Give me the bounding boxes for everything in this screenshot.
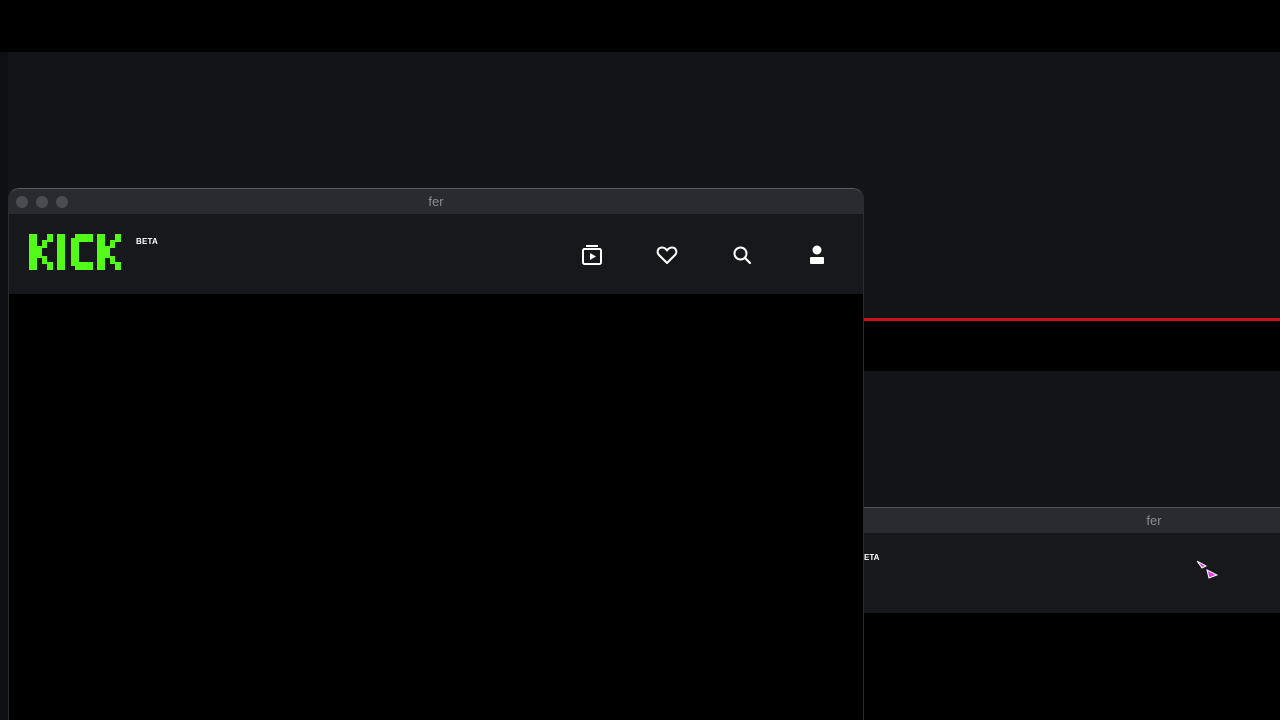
- background-window-beta-fragment: ETA: [864, 553, 880, 562]
- background-window-body: [864, 613, 1280, 720]
- app-header: BETA: [9, 214, 863, 294]
- pointer-cursor-icon: [1196, 560, 1218, 579]
- background-window[interactable]: fer ETA: [864, 507, 1280, 720]
- app-window: fer BETA: [8, 188, 864, 720]
- background-panel-edge: [0, 52, 8, 720]
- background-window-title: fer: [1146, 513, 1162, 528]
- search-icon: [733, 246, 752, 265]
- beta-badge: BETA: [136, 237, 158, 246]
- desktop-screen: fer ETA fer BETA: [0, 0, 1280, 720]
- search-button[interactable]: [727, 240, 757, 270]
- browse-button[interactable]: [577, 240, 607, 270]
- user-icon: [810, 245, 824, 264]
- background-content-area: [864, 371, 1280, 507]
- browse-icon: [582, 245, 602, 265]
- profile-button[interactable]: [802, 240, 832, 270]
- following-button[interactable]: [652, 240, 682, 270]
- window-titlebar[interactable]: fer: [9, 188, 863, 214]
- main-content-area: [9, 294, 863, 720]
- background-dark-band: [864, 321, 1280, 371]
- window-title: fer: [428, 194, 444, 209]
- kick-logo-icon: [29, 234, 121, 270]
- kick-logo[interactable]: BETA: [29, 234, 169, 278]
- top-black-strip: [0, 0, 1280, 52]
- background-window-titlebar[interactable]: fer: [864, 507, 1280, 533]
- heart-icon: [656, 246, 678, 264]
